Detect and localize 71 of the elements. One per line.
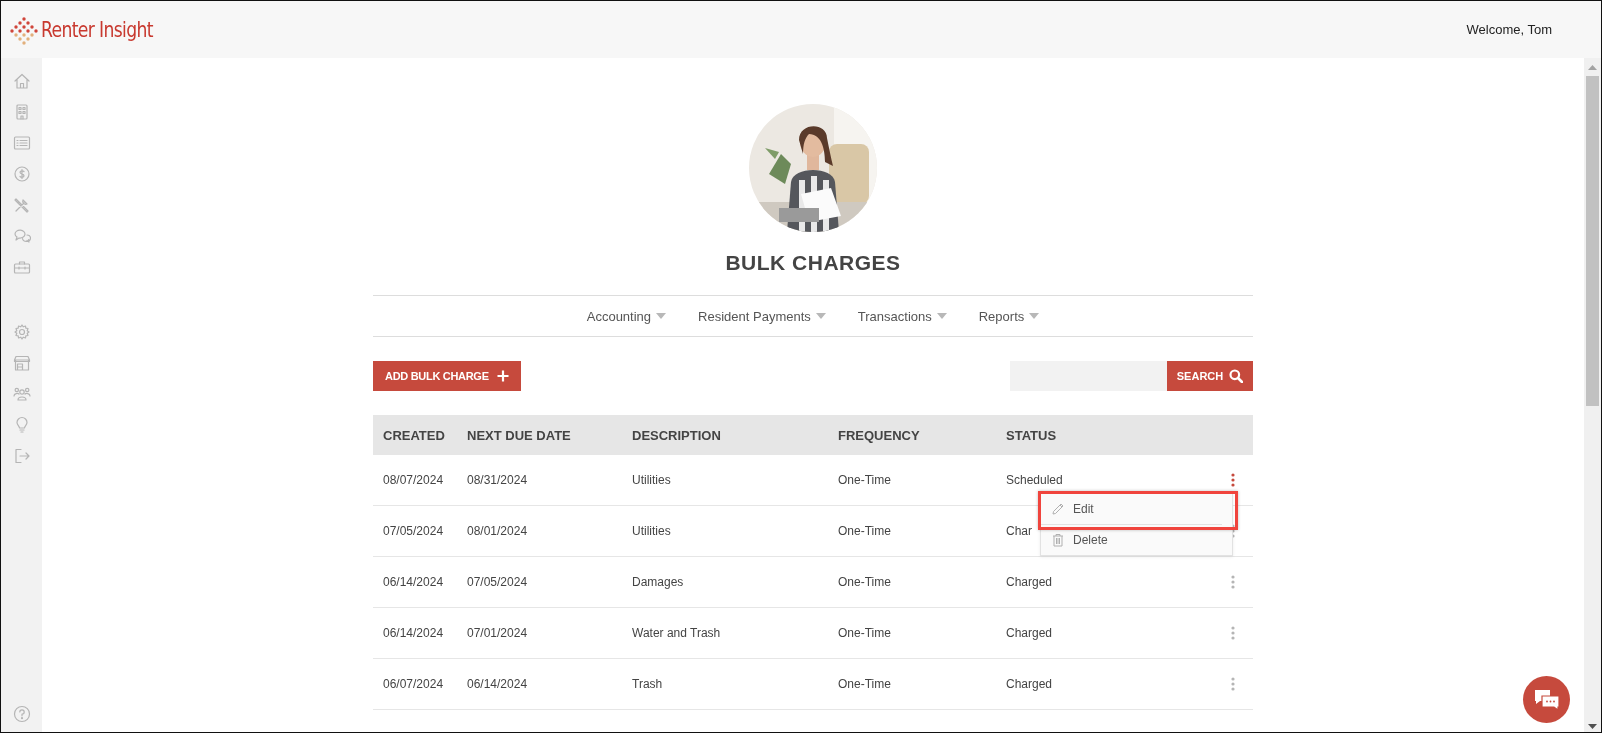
table-cell-text: 06/14/2024: [383, 626, 445, 640]
scrollbar-thumb[interactable]: [1586, 76, 1599, 406]
nav-menu[interactable]: Transactions: [857, 308, 947, 324]
welcome-text: Welcome, Tom: [1466, 22, 1552, 37]
table-cell-text: 08/01/2024: [467, 524, 529, 538]
column-header[interactable]: STATUS: [1006, 427, 1213, 443]
caret-icon: [936, 313, 947, 319]
home-icon[interactable]: [12, 72, 31, 90]
column-header[interactable]: FREQUENCY: [838, 427, 1006, 443]
caret-icon: [1029, 313, 1040, 319]
table-cell-text: 07/05/2024: [467, 575, 529, 589]
help-icon[interactable]: [12, 705, 31, 723]
table-cell-text: Water and Trash: [632, 626, 722, 640]
table-cell-text: One-Time: [838, 575, 892, 589]
add-bulk-charge-button[interactable]: ADD BULK CHARGE: [373, 361, 521, 391]
list-icon[interactable]: [12, 134, 31, 152]
logo-text[interactable]: Renter Insight: [41, 17, 153, 42]
more-options-icon[interactable]: [1231, 677, 1235, 691]
scroll-down-icon[interactable]: [1588, 724, 1597, 729]
nav-menu[interactable]: Accounting: [586, 308, 667, 324]
scrollbar[interactable]: [1584, 58, 1601, 732]
search-button[interactable]: SEARCH: [1167, 361, 1253, 391]
table-cell-text: 06/07/2024: [383, 677, 445, 691]
more-options-icon[interactable]: [1231, 626, 1235, 640]
toolbox-icon[interactable]: [12, 258, 31, 276]
chat-icon: [1533, 688, 1560, 711]
chat-icon[interactable]: [12, 227, 31, 245]
table-cell-text: Utilities: [632, 524, 672, 538]
plus-icon: [496, 370, 509, 382]
table-cell-text: Trash: [632, 677, 664, 691]
table-cell-text: 08/07/2024: [383, 473, 445, 487]
scroll-up-icon[interactable]: [1588, 65, 1597, 70]
table-cell-text: Charged: [1006, 575, 1054, 589]
table-cell-text: One-Time: [838, 626, 892, 640]
logout-icon[interactable]: [12, 447, 31, 465]
caret-icon: [815, 313, 826, 319]
trash-icon: [1051, 533, 1065, 547]
table-cell-text: 07/01/2024: [467, 626, 529, 640]
table-cell-text: 06/14/2024: [383, 575, 445, 589]
people-icon[interactable]: [12, 385, 31, 403]
table-cell-text: Char: [1006, 524, 1033, 538]
nav-menu[interactable]: Resident Payments: [698, 308, 826, 324]
search-field[interactable]: [1010, 361, 1167, 391]
table-cell-text: Scheduled: [1006, 473, 1064, 487]
caret-icon: [656, 313, 667, 319]
table-cell-text: One-Time: [838, 473, 892, 487]
table-cell-text: Charged: [1006, 626, 1054, 640]
tools-icon[interactable]: [12, 196, 31, 214]
menu-item[interactable]: Delete: [1041, 525, 1222, 555]
column-header[interactable]: DESCRIPTION: [632, 427, 838, 443]
table-cell-text: 08/31/2024: [467, 473, 529, 487]
more-options-icon[interactable]: [1231, 473, 1235, 487]
table-cell-text: 07/05/2024: [383, 524, 445, 538]
table-cell-text: Utilities: [632, 473, 672, 487]
table-cell-text: Damages: [632, 575, 685, 589]
table-cell-text: Charged: [1006, 677, 1054, 691]
gear-icon[interactable]: [12, 323, 31, 341]
nav-menu[interactable]: Reports: [978, 308, 1040, 324]
logo-icon[interactable]: [10, 14, 38, 45]
column-header[interactable]: CREATED: [383, 427, 467, 443]
column-header[interactable]: NEXT DUE DATE: [467, 427, 632, 443]
more-options-icon[interactable]: [1231, 575, 1235, 589]
dollar-icon[interactable]: [12, 165, 31, 183]
menu-item[interactable]: Edit: [1041, 494, 1222, 525]
table-cell-text: 06/14/2024: [467, 677, 529, 691]
table-cell-text: One-Time: [838, 677, 892, 691]
search-icon: [1229, 369, 1244, 383]
store-icon[interactable]: [12, 354, 31, 372]
pencil-icon: [1051, 502, 1065, 516]
table-cell-text: One-Time: [838, 524, 892, 538]
page-title: BULK CHARGES: [725, 251, 901, 275]
